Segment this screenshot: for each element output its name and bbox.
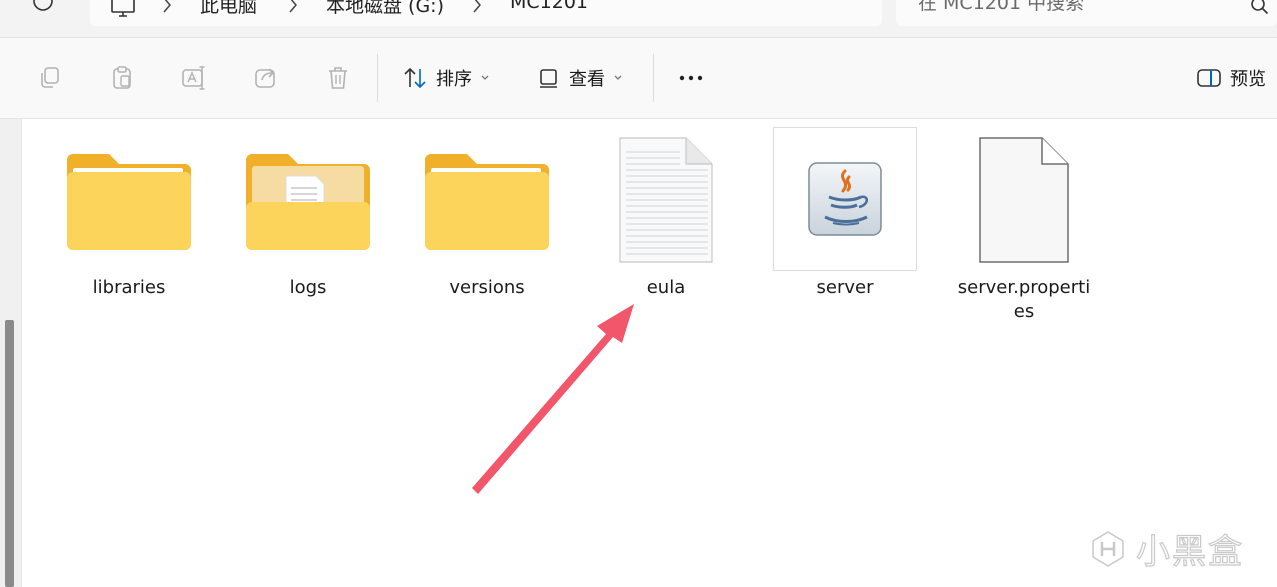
share-icon[interactable] (252, 64, 280, 92)
chevron-right-icon[interactable] (160, 0, 174, 14)
file-item-versions[interactable]: versions (412, 130, 562, 300)
folder-with-document-icon (246, 154, 370, 250)
navigation-pane (0, 119, 22, 587)
file-name: server (816, 277, 874, 298)
search-input[interactable] (918, 0, 1218, 14)
file-name: versions (449, 277, 525, 298)
more-options-icon[interactable] (677, 64, 705, 92)
toolbar-divider (653, 54, 654, 102)
search-box[interactable] (896, 0, 1277, 26)
address-bar-area: 此电脑 本地磁盘 (G:) MC1201 (0, 0, 1277, 38)
chevron-right-icon[interactable] (286, 0, 300, 14)
navigation-pane-scrollbar[interactable] (5, 320, 14, 587)
search-icon[interactable] (1250, 0, 1270, 16)
delete-icon[interactable] (324, 64, 352, 92)
preview-label: 预览 (1230, 69, 1266, 90)
file-item-libraries[interactable]: libraries (54, 130, 204, 300)
toolbar-divider (377, 54, 378, 102)
thumbnail-frame (773, 127, 917, 271)
file-item-server-properties[interactable]: server.properties (949, 130, 1099, 324)
refresh-icon (33, 0, 53, 11)
file-name: eula (646, 277, 686, 298)
view-button[interactable]: 查看 (537, 60, 623, 96)
breadcrumb-item-current-folder[interactable]: MC1201 (510, 0, 588, 13)
breadcrumb[interactable]: 此电脑 本地磁盘 (G:) MC1201 (90, 0, 882, 26)
heybox-logo-icon (1092, 530, 1124, 567)
copy-icon[interactable] (36, 64, 64, 92)
sort-button[interactable]: 排序 (402, 60, 490, 96)
this-pc-icon (111, 0, 135, 17)
watermark: 小黑盒 (1088, 524, 1244, 573)
chevron-down-icon (614, 75, 622, 80)
file-item-logs[interactable]: logs (233, 130, 383, 300)
breadcrumb-item-local-disk[interactable]: 本地磁盘 (G:) (326, 0, 444, 18)
folder-icon (425, 154, 549, 250)
rename-icon[interactable] (180, 64, 208, 92)
blank-file-icon (979, 137, 1069, 263)
sort-icon (404, 67, 426, 89)
folder-icon (67, 154, 191, 250)
paste-icon[interactable] (108, 64, 136, 92)
chevron-down-icon (481, 75, 489, 80)
file-list: libraries logs versions eula server serv… (23, 120, 1277, 587)
file-name: logs (289, 277, 327, 298)
watermark-text: 小黑盒 (1135, 531, 1244, 572)
breadcrumb-item-this-pc[interactable]: 此电脑 (200, 0, 257, 18)
java-icon (808, 162, 882, 236)
command-bar: 排序 查看 预览 (0, 38, 1277, 119)
preview-pane-button[interactable]: 预览 (1196, 60, 1266, 96)
text-document-icon (619, 137, 713, 263)
file-name: libraries (92, 277, 166, 298)
file-item-server[interactable]: server (770, 127, 920, 300)
view-icon (540, 69, 557, 88)
file-item-eula[interactable]: eula (591, 130, 741, 300)
chevron-right-icon[interactable] (470, 0, 484, 14)
preview-pane-icon (1197, 69, 1221, 87)
view-label: 查看 (569, 69, 605, 90)
sort-label: 排序 (436, 69, 472, 90)
refresh-button[interactable] (28, 0, 58, 16)
file-name: server.properties (957, 277, 1091, 322)
